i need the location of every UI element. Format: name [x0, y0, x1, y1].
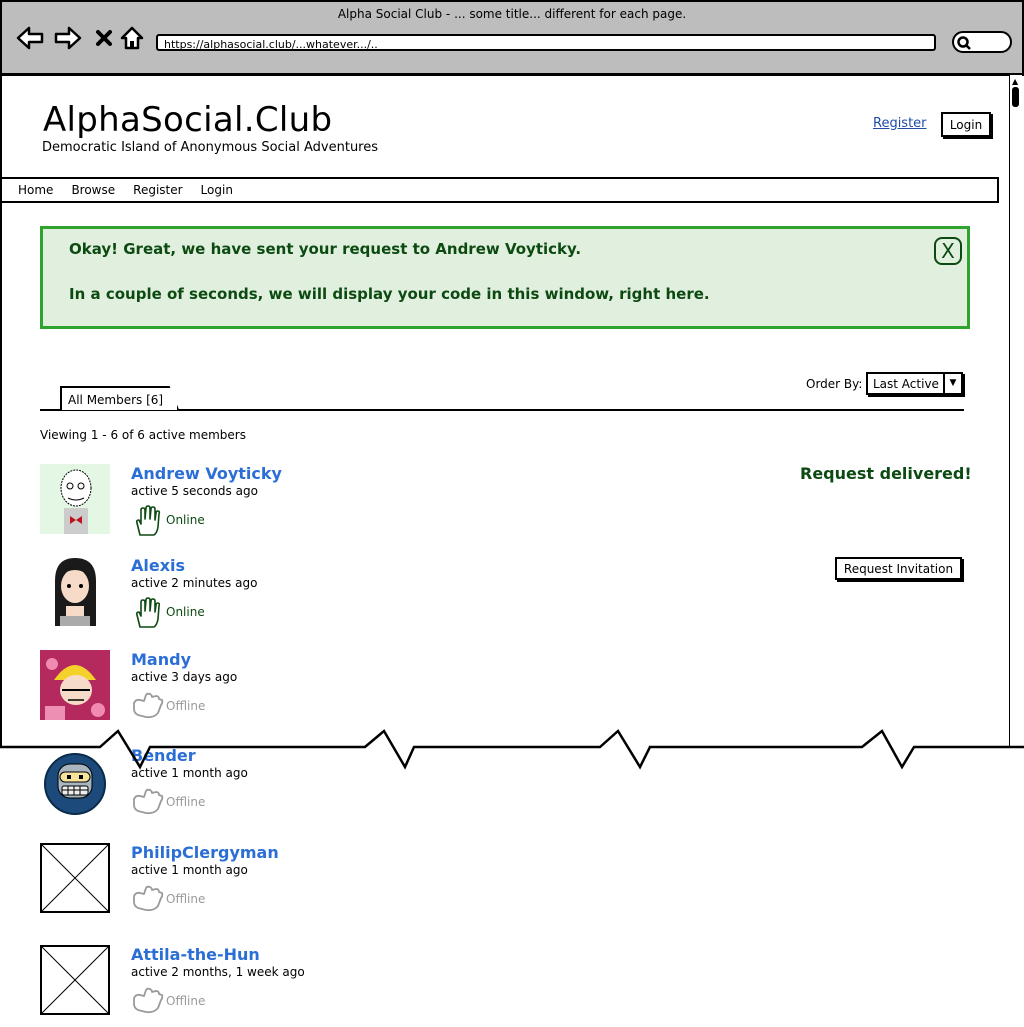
search-icon: [957, 36, 971, 50]
member-name-link[interactable]: Andrew Voyticky: [131, 464, 282, 483]
member-name-link[interactable]: PhilipClergyman: [131, 843, 279, 862]
member-last-active: active 1 month ago: [131, 863, 248, 877]
site-logo[interactable]: AlphaSocial.Club: [43, 100, 332, 140]
member-last-active: active 3 days ago: [131, 670, 238, 684]
chevron-down-icon[interactable]: ▼: [943, 374, 961, 393]
nav-home[interactable]: Home: [18, 183, 53, 197]
status-online: Online: [166, 605, 205, 619]
address-bar[interactable]: https://alphasocial.club/...whatever.../…: [156, 34, 936, 51]
site-tagline: Democratic Island of Anonymous Social Ad…: [42, 140, 379, 155]
browser-chrome: Alpha Social Club - ... some title... di…: [0, 0, 1024, 76]
success-alert: Okay! Great, we have sent your request t…: [40, 226, 970, 329]
main-nav: Home Browse Register Login: [0, 177, 999, 203]
request-delivered-status: Request delivered!: [800, 464, 972, 483]
hand-icon: [133, 987, 164, 1014]
member-name-link[interactable]: Attila-the-Hun: [131, 945, 260, 964]
login-button[interactable]: Login: [941, 112, 991, 137]
back-arrow-icon[interactable]: [16, 24, 44, 52]
viewing-count: Viewing 1 - 6 of 6 active members: [40, 428, 246, 442]
member-name-link[interactable]: Mandy: [131, 650, 191, 669]
browser-search-field[interactable]: [952, 31, 1012, 53]
home-icon[interactable]: [118, 24, 146, 52]
forward-arrow-icon[interactable]: [54, 24, 82, 52]
status-offline: Offline: [166, 795, 206, 809]
avatar[interactable]: [40, 556, 110, 626]
member-last-active: active 2 minutes ago: [131, 576, 258, 590]
avatar[interactable]: [40, 650, 110, 720]
scroll-up-icon[interactable]: ▲: [1012, 77, 1018, 86]
close-icon[interactable]: X: [934, 237, 962, 265]
alert-message-line2: In a couple of seconds, we will display …: [69, 285, 710, 303]
member-row: Attila-the-Hun active 2 months, 1 week a…: [40, 945, 965, 1027]
window-title: Alpha Social Club - ... some title... di…: [337, 7, 687, 21]
hand-icon: [133, 885, 164, 912]
member-name-link[interactable]: Alexis: [131, 556, 185, 575]
hand-icon: [133, 788, 164, 815]
hand-icon: [133, 692, 164, 719]
member-last-active: active 2 months, 1 week ago: [131, 965, 305, 979]
member-row: Alexis active 2 minutes ago Online: [40, 556, 965, 638]
member-last-active: active 5 seconds ago: [131, 484, 258, 498]
alert-message-line1: Okay! Great, we have sent your request t…: [69, 240, 582, 258]
avatar[interactable]: [40, 464, 110, 534]
order-by-label: Order By:: [806, 377, 863, 391]
stop-icon[interactable]: [90, 24, 118, 52]
vertical-scrollbar[interactable]: ▲: [1009, 75, 1022, 747]
register-link[interactable]: Register: [873, 116, 927, 131]
member-row: Mandy active 3 days ago Offline: [40, 650, 965, 732]
avatar-placeholder[interactable]: [40, 843, 110, 913]
avatar-placeholder[interactable]: [40, 945, 110, 1015]
order-by-value: Last Active: [873, 377, 939, 391]
member-row: PhilipClergyman active 1 month ago Offli…: [40, 843, 965, 925]
nav-browse[interactable]: Browse: [71, 183, 115, 197]
tab-all-members[interactable]: All Members [6]: [60, 386, 180, 410]
status-offline: Offline: [166, 994, 206, 1008]
order-by-select[interactable]: Last Active ▼: [866, 372, 963, 395]
nav-login[interactable]: Login: [201, 183, 233, 197]
hand-icon: [135, 505, 161, 536]
torn-edge-divider: [0, 729, 1024, 770]
status-offline: Offline: [166, 699, 206, 713]
scroll-thumb[interactable]: [1012, 87, 1019, 107]
request-invitation-button[interactable]: Request Invitation: [835, 557, 962, 580]
hand-icon: [135, 597, 161, 628]
status-online: Online: [166, 513, 205, 527]
status-offline: Offline: [166, 892, 206, 906]
nav-register[interactable]: Register: [133, 183, 182, 197]
